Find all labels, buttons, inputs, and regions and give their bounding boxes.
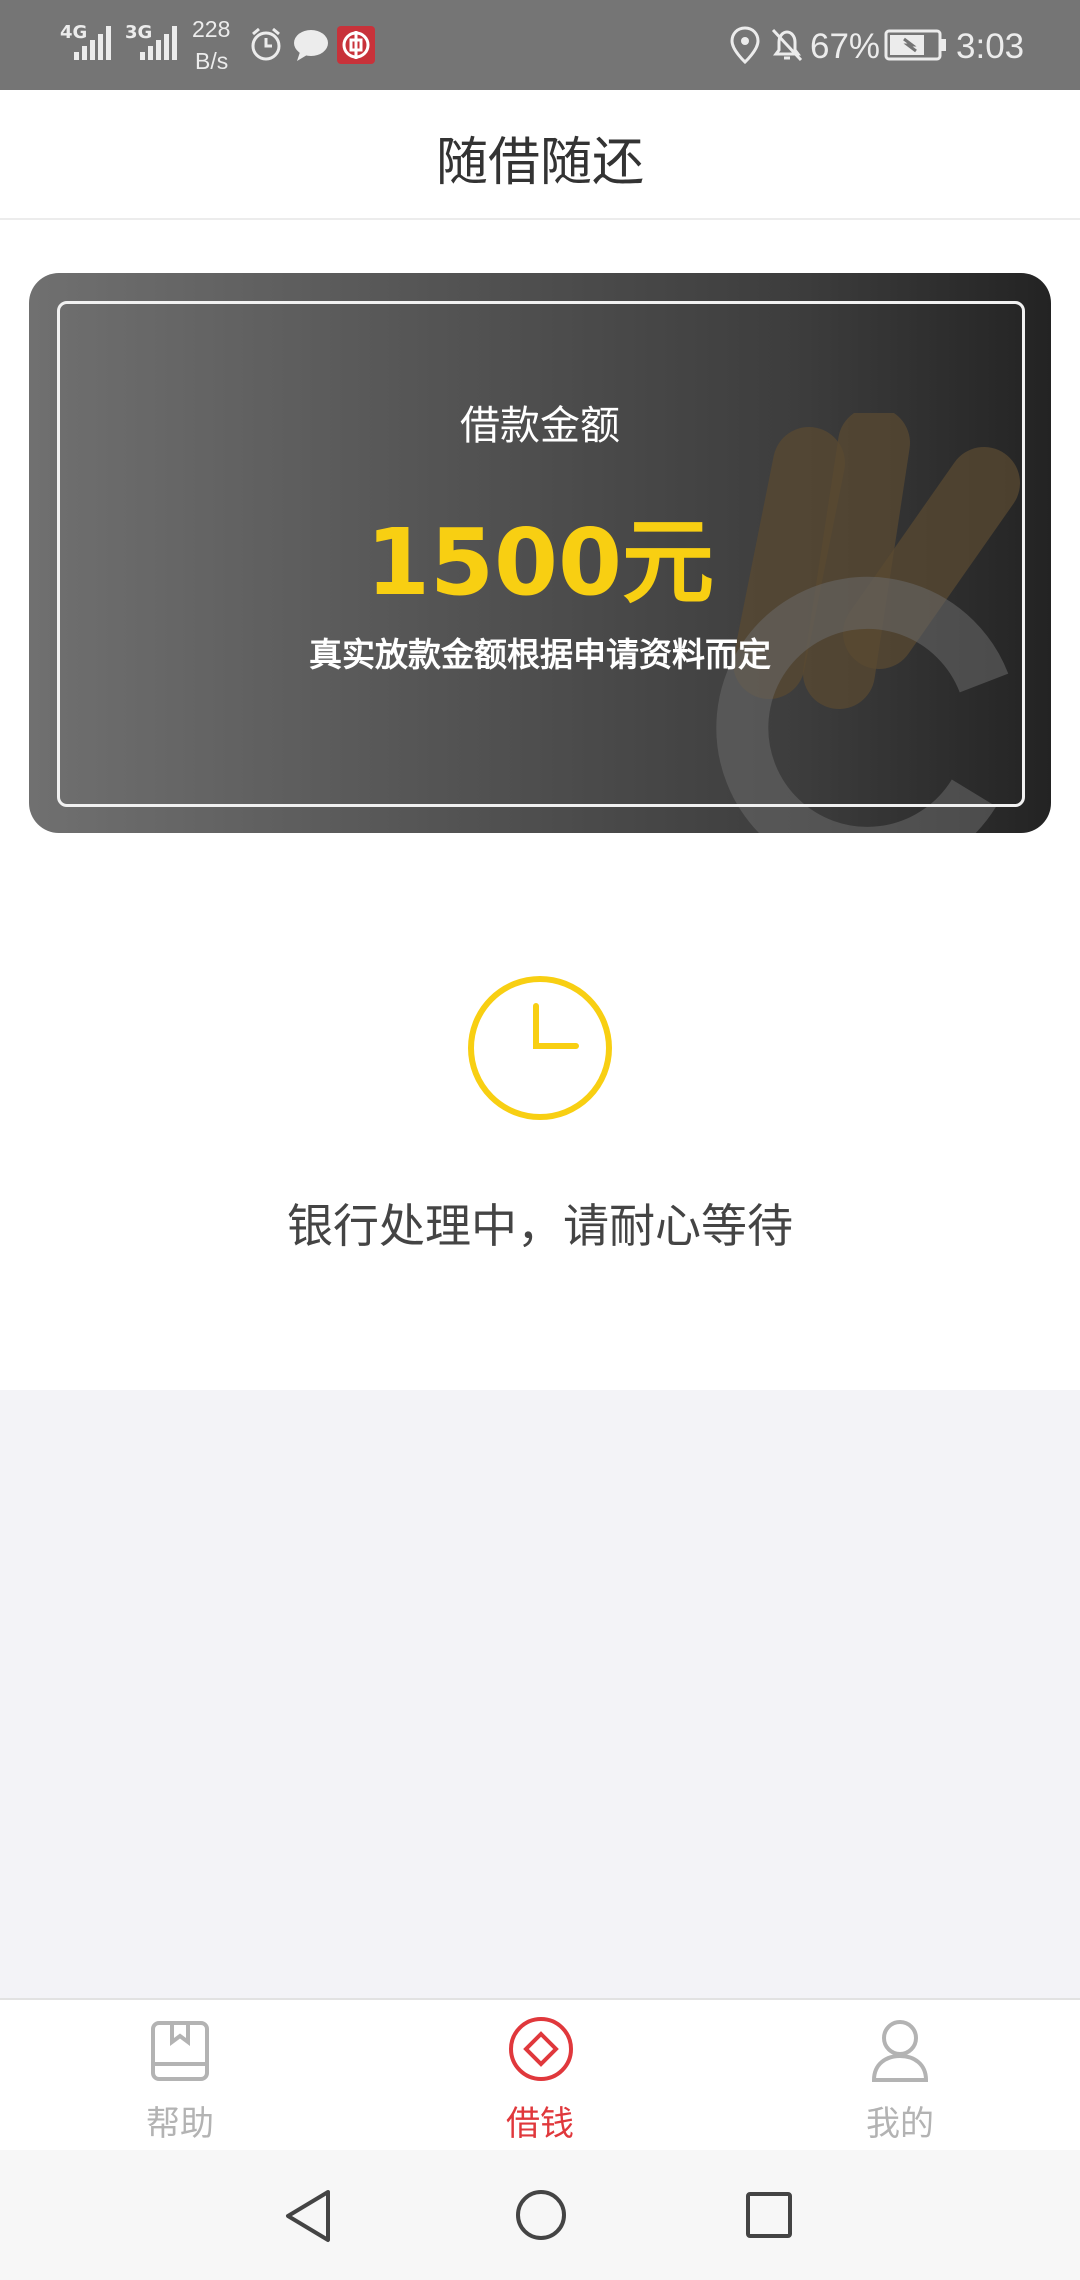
- loan-amount-value: 1500元: [365, 509, 715, 616]
- app-header: 随借随还: [0, 90, 1080, 220]
- mute-bell-icon: [771, 28, 803, 62]
- loan-amount-note: 真实放款金额根据申请资料而定: [309, 635, 771, 674]
- signal-strength-icon-2: [140, 26, 177, 60]
- nav-item-mine[interactable]: 我的: [780, 2000, 1020, 2152]
- signal-strength-icon: [74, 26, 111, 60]
- system-nav-bar: [0, 2150, 1080, 2280]
- location-icon: [730, 26, 760, 64]
- bottom-nav: 帮助 借钱 我的: [0, 1998, 1080, 2152]
- alarm-icon: [251, 27, 281, 61]
- bank-app-icon: [337, 26, 375, 64]
- battery-charging-icon: [884, 29, 946, 61]
- loan-amount-card: 借款金额 1500元 真实放款金额根据申请资料而定: [29, 273, 1051, 833]
- message-icon: [294, 30, 328, 61]
- user-icon: [871, 2020, 929, 2082]
- nav-item-help[interactable]: 帮助: [60, 2000, 300, 2152]
- nav-label-help: 帮助: [146, 2104, 214, 2144]
- status-bar: 4G 3G 228 B/s 67% 3:03: [0, 0, 1080, 90]
- network-speed-unit: B/s: [195, 48, 229, 74]
- nav-item-borrow[interactable]: 借钱: [420, 2000, 660, 2152]
- network-speed-value: 228: [192, 16, 231, 42]
- help-book-icon: [151, 2021, 209, 2081]
- borrow-diamond-icon: [509, 2017, 573, 2081]
- empty-content-area: [0, 1390, 1080, 1998]
- loan-amount-label: 借款金额: [460, 403, 620, 449]
- clock-time: 3:03: [956, 27, 1025, 66]
- nav-label-borrow: 借钱: [506, 2104, 574, 2144]
- battery-percent: 67%: [810, 27, 881, 66]
- recent-apps-icon[interactable]: [744, 2190, 794, 2240]
- home-icon[interactable]: [514, 2188, 568, 2242]
- page-title: 随借随还: [435, 133, 644, 193]
- nav-label-mine: 我的: [866, 2104, 934, 2144]
- processing-status-text: 银行处理中，请耐心等待: [287, 1199, 793, 1253]
- back-icon[interactable]: [282, 2188, 334, 2244]
- clock-icon: [468, 976, 612, 1120]
